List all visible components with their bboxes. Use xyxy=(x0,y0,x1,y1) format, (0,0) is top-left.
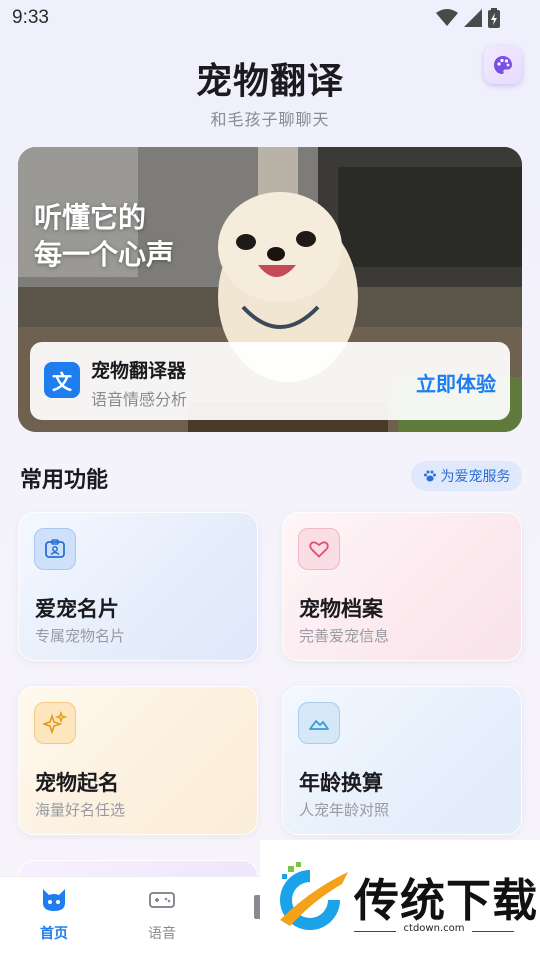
translate-icon: 文 xyxy=(44,362,80,398)
feature-card-pet-card[interactable]: 爱宠名片 专属宠物名片 xyxy=(18,512,258,661)
wifi-icon xyxy=(436,9,458,26)
section-badge: 为爱宠服务 xyxy=(411,461,522,491)
watermark: 传统下载 ctdown.com xyxy=(260,840,540,960)
banner-headline-line2: 每一个心声 xyxy=(34,238,175,271)
nav-label-home: 首页 xyxy=(40,926,68,942)
battery-icon xyxy=(488,8,500,28)
watermark-text: 传统下载 xyxy=(354,874,539,927)
status-time: 9:33 xyxy=(12,7,49,28)
banner-headline-line1: 听懂它的 xyxy=(34,201,147,234)
translator-card[interactable]: 文 宠物翻译器 语音情感分析 立即体验 xyxy=(30,342,510,420)
feature-title: 年龄换算 xyxy=(299,771,383,795)
feature-card-pet-naming[interactable]: 宠物起名 海量好名任选 xyxy=(18,686,258,835)
gamepad-icon xyxy=(149,892,175,908)
paw-icon xyxy=(423,470,436,482)
feature-desc: 海量好名任选 xyxy=(35,801,126,819)
feature-title: 爱宠名片 xyxy=(35,597,119,621)
status-bar: 9:33 xyxy=(0,0,540,36)
feature-desc: 人宠年龄对照 xyxy=(299,801,390,819)
try-now-button[interactable]: 立即体验 xyxy=(416,368,496,397)
section-title: 常用功能 xyxy=(20,468,109,493)
feature-card-pet-profile[interactable]: 宠物档案 完善爱宠信息 xyxy=(282,512,522,661)
translator-title: 宠物翻译器 xyxy=(91,360,187,382)
status-icons xyxy=(436,8,500,28)
banner-headline: 听懂它的 每一个心声 xyxy=(34,199,174,273)
watermark-logo xyxy=(280,862,348,930)
sparkle-icon xyxy=(34,702,76,744)
feature-desc: 专属宠物名片 xyxy=(35,627,126,645)
feature-title: 宠物起名 xyxy=(35,771,119,795)
palette-icon xyxy=(494,56,512,74)
hero-banner[interactable]: 听懂它的 每一个心声 文 宠物翻译器 语音情感分析 立即体验 xyxy=(18,147,522,432)
heart-icon xyxy=(298,528,340,570)
watermark-rule-right xyxy=(472,931,514,932)
mountain-icon xyxy=(298,702,340,744)
id-card-icon xyxy=(34,528,76,570)
cat-head-icon xyxy=(43,889,65,911)
page-title: 宠物翻译 xyxy=(195,61,344,102)
signal-icon xyxy=(464,9,482,27)
theme-button[interactable] xyxy=(484,46,522,84)
feature-title: 宠物档案 xyxy=(299,597,383,621)
nav-item-home[interactable]: 首页 xyxy=(24,887,84,943)
nav-label-voice: 语音 xyxy=(148,926,176,942)
watermark-url: ctdown.com xyxy=(403,923,465,934)
section-badge-label: 为爱宠服务 xyxy=(440,469,511,485)
nav-item-voice[interactable]: 语音 xyxy=(132,887,192,943)
translator-description: 语音情感分析 xyxy=(91,390,188,409)
feature-desc: 完善爱宠信息 xyxy=(299,627,390,645)
page-subtitle: 和毛孩子聊聊天 xyxy=(210,110,330,129)
feature-card-age-convert[interactable]: 年龄换算 人宠年龄对照 xyxy=(282,686,522,835)
